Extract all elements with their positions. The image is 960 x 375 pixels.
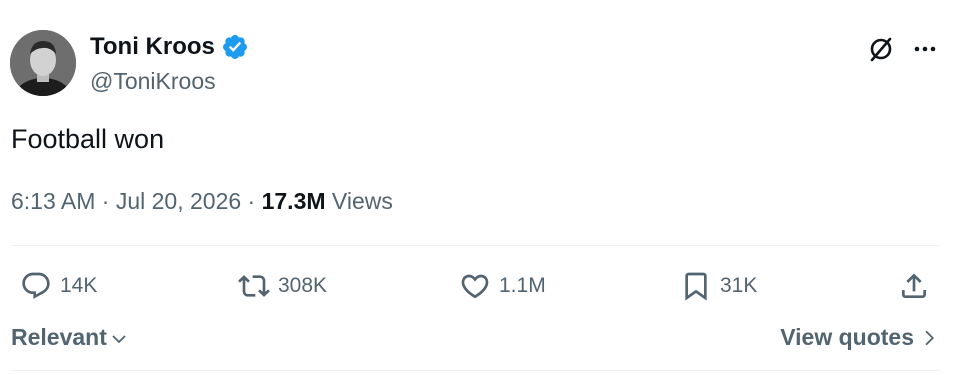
tweet-text: Football won [11, 124, 165, 154]
chevron-right-icon [925, 330, 935, 346]
view-quotes-link[interactable]: View quotes [780, 322, 938, 352]
author-name-row[interactable]: Toni Kroos [90, 32, 249, 62]
retweet-icon [238, 275, 270, 297]
views-label: Views [325, 188, 393, 214]
bookmark-count: 31K [720, 274, 758, 297]
verified-badge-icon[interactable] [221, 33, 249, 61]
sort-label: Relevant [11, 324, 107, 350]
share-icon [902, 273, 926, 298]
share-button[interactable] [898, 268, 930, 304]
reply-count: 14K [60, 274, 98, 297]
sort-dropdown[interactable]: Relevant [11, 322, 128, 352]
tweet-timestamp[interactable]: 6:13 AM · Jul 20, 2026 · [11, 188, 262, 214]
like-button[interactable]: 1.1M [459, 268, 546, 304]
tweet-meta: 6:13 AM · Jul 20, 2026 · 17.3M Views [11, 186, 393, 216]
author-handle[interactable]: @ToniKroos [90, 66, 216, 96]
divider [11, 370, 940, 371]
grok-icon[interactable] [866, 34, 896, 64]
views-count: 17.3M [261, 188, 326, 214]
tweet-detail: Toni Kroos @ToniKroos Football won 6:13 … [0, 0, 960, 375]
divider [11, 245, 940, 246]
chevron-down-icon [112, 335, 126, 344]
bookmark-icon [685, 272, 707, 301]
reply-icon [22, 272, 50, 299]
retweet-button[interactable]: 308K [238, 268, 327, 304]
retweet-count: 308K [278, 274, 328, 297]
view-quotes-label: View quotes [780, 324, 914, 350]
reply-button[interactable]: 14K [20, 268, 97, 304]
bookmark-button[interactable]: 31K [680, 268, 757, 304]
author-name[interactable]: Toni Kroos [90, 32, 215, 62]
heart-icon [461, 274, 489, 299]
avatar[interactable] [10, 30, 76, 96]
more-options-icon[interactable] [910, 34, 940, 64]
like-count: 1.1M [499, 274, 546, 297]
avatar-image [10, 30, 76, 96]
